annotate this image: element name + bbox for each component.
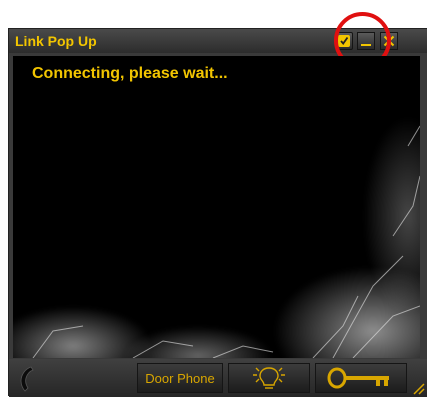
window-title: Link Pop Up: [15, 33, 97, 49]
video-display: Connecting, please wait...: [13, 56, 420, 358]
minimize-button[interactable]: [357, 32, 375, 50]
title-bar[interactable]: Link Pop Up: [9, 29, 427, 53]
handset-icon[interactable]: [15, 365, 37, 393]
key-icon: [327, 367, 389, 389]
pin-checkmark-icon: [338, 35, 350, 47]
light-button[interactable]: [228, 363, 310, 393]
close-icon: [383, 35, 395, 47]
minimize-icon: [361, 44, 371, 46]
door-phone-button[interactable]: Door Phone: [137, 363, 223, 393]
pin-button[interactable]: [335, 32, 353, 50]
light-bulb-icon: [253, 367, 285, 389]
bottom-toolbar: Door Phone: [9, 359, 427, 397]
door-phone-label: Door Phone: [145, 370, 215, 386]
frost-cracks: [32, 125, 420, 358]
resize-grip-icon[interactable]: [411, 381, 425, 395]
link-popup-window: Link Pop Up Connecting, please wait... D…: [8, 12, 427, 397]
close-button[interactable]: [380, 32, 398, 50]
key-button[interactable]: [315, 363, 407, 393]
